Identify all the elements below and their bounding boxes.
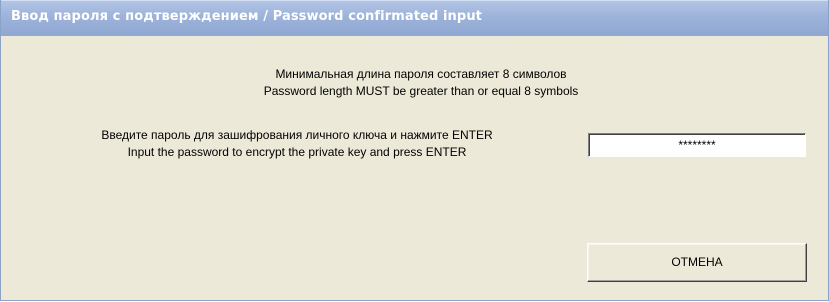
password-prompt-ru: Введите пароль для зашифрования личного … — [101, 128, 493, 142]
min-length-info-en: Password length MUST be greater than or … — [263, 84, 579, 98]
title-bar[interactable]: Ввод пароля с подтверждением / Password … — [1, 0, 828, 36]
password-prompt-en: Input the password to encrypt the privat… — [127, 145, 467, 159]
window-title: Ввод пароля с подтверждением / Password … — [11, 9, 482, 24]
dialog-body: Минимальная длина пароля составляет 8 си… — [1, 36, 828, 300]
password-dialog: Ввод пароля с подтверждением / Password … — [0, 0, 829, 301]
password-input[interactable] — [588, 133, 806, 157]
min-length-info-ru: Минимальная длина пароля составляет 8 си… — [275, 67, 567, 81]
cancel-button[interactable]: ОТМЕНА — [587, 243, 807, 282]
